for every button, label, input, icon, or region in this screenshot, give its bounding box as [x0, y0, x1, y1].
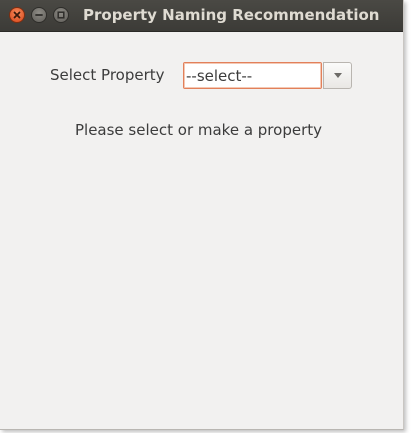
status-message: Please select or make a property — [74, 121, 323, 139]
property-select-input[interactable] — [183, 62, 322, 89]
property-row: Select Property — [0, 60, 403, 90]
close-icon — [13, 11, 21, 19]
property-dropdown-button[interactable] — [323, 62, 352, 89]
window-title: Property Naming Recommendation — [83, 6, 380, 24]
minimize-button[interactable] — [31, 7, 47, 23]
maximize-icon — [57, 11, 65, 19]
select-property-label: Select Property — [50, 66, 165, 84]
maximize-button[interactable] — [53, 7, 69, 23]
minimize-icon — [35, 14, 43, 16]
chevron-down-icon — [334, 73, 342, 78]
close-button[interactable] — [9, 7, 25, 23]
title-bar[interactable]: Property Naming Recommendation — [0, 0, 403, 32]
app-window: Property Naming Recommendation Select Pr… — [0, 0, 404, 430]
property-combobox[interactable] — [183, 62, 352, 89]
